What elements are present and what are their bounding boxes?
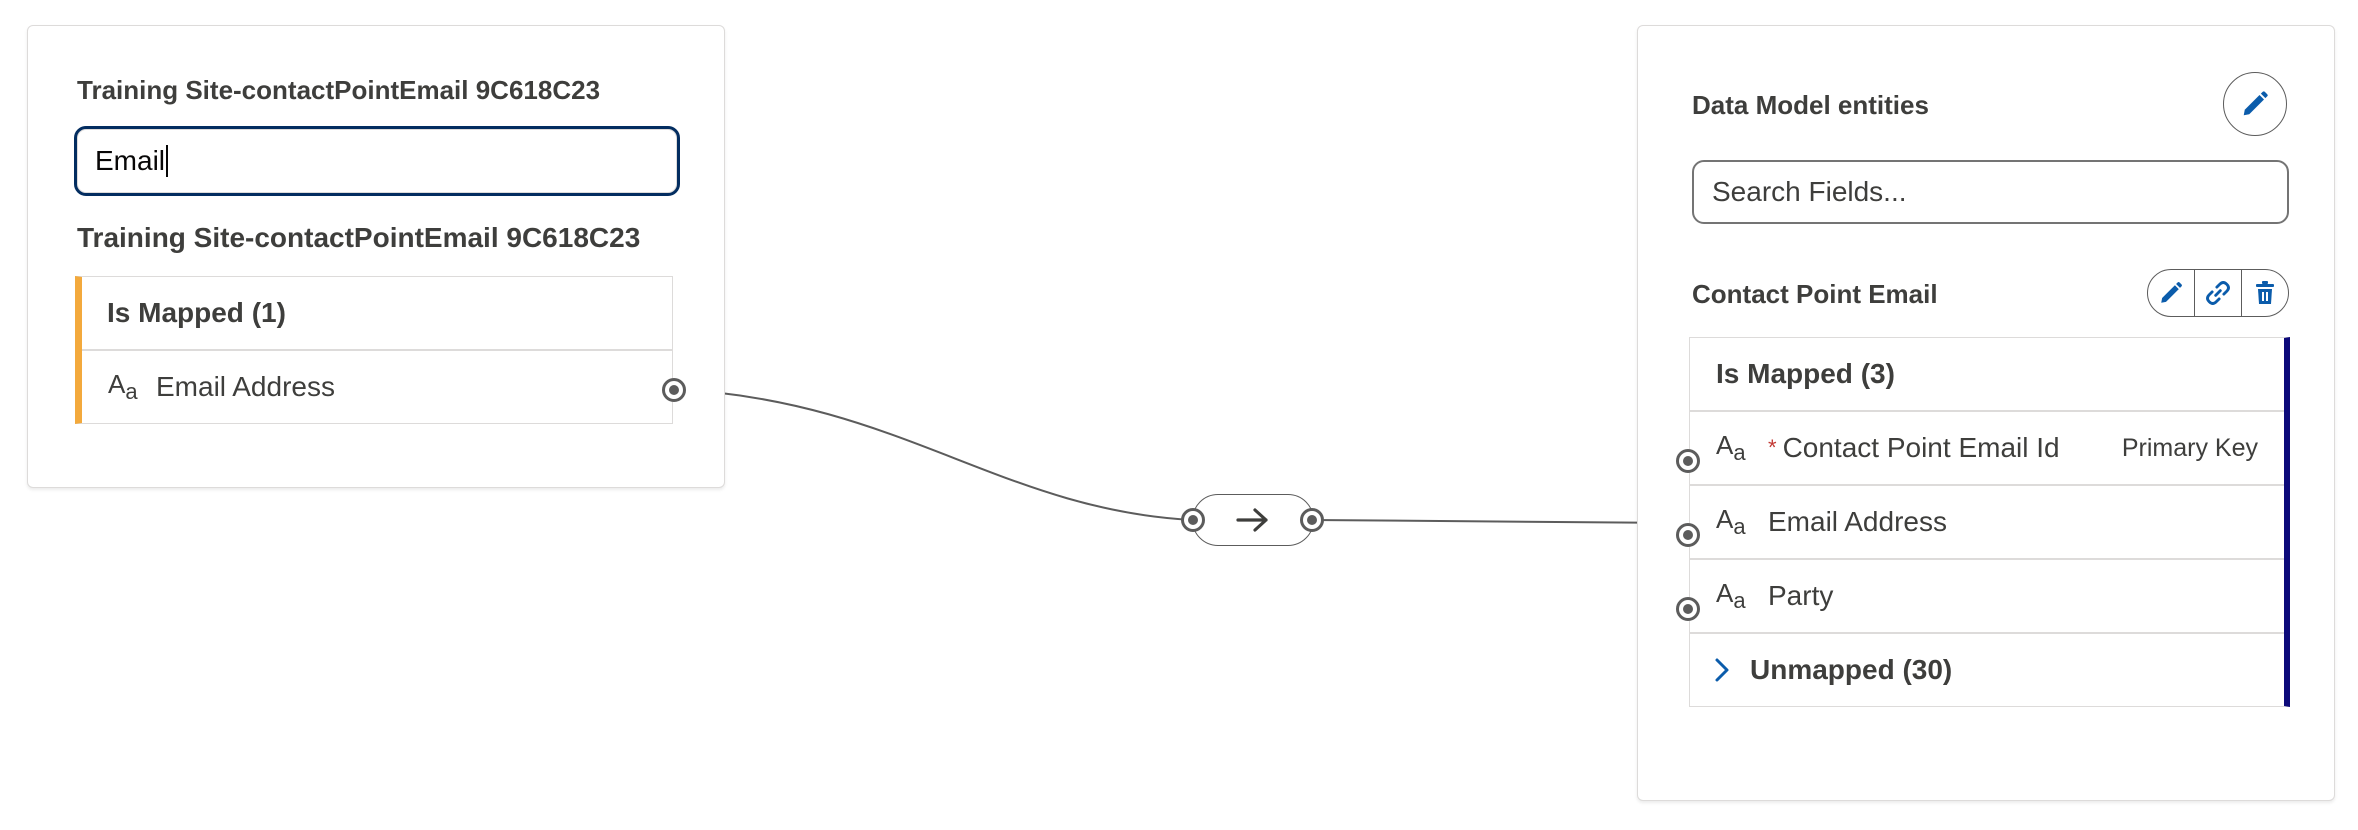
source-field-list: Is Mapped (1) Aa Email Address (75, 276, 673, 424)
mapping-line-transform-to-target (1311, 519, 1689, 524)
trash-icon (2256, 281, 2274, 304)
target-object-name: Contact Point Email (1692, 279, 1938, 309)
target-field-label: Contact Point Email Id (1782, 432, 2060, 463)
target-connector-contact-point-email-id[interactable] (1676, 449, 1700, 473)
data-model-panel-title: Data Model entities (1692, 90, 1929, 120)
pencil-icon (2243, 91, 2268, 116)
chevron-right-icon[interactable] (1710, 656, 1734, 684)
arrow-right-icon (1236, 508, 1268, 532)
source-search-input[interactable]: Email (74, 126, 680, 196)
primary-key-tag: Primary Key (2121, 433, 2258, 462)
transform-node[interactable] (1192, 494, 1314, 546)
text-type-icon: Aa (1716, 578, 1746, 613)
target-field-label: Email Address (1768, 506, 1947, 537)
object-actions-button-group (2147, 269, 2289, 317)
source-field-label: Email Address (156, 371, 335, 402)
edit-object-button[interactable] (2148, 270, 2195, 316)
text-caret (166, 145, 169, 177)
link-object-button[interactable] (2195, 270, 2242, 316)
mapping-line-source-to-transform (672, 388, 1194, 521)
text-type-icon: Aa (108, 369, 138, 404)
transform-output-connector[interactable] (1300, 508, 1324, 532)
source-field-connector[interactable] (662, 378, 686, 402)
data-model-panel: Data Model entities Search Fields... Con… (1637, 25, 2335, 801)
delete-object-button[interactable] (2242, 270, 2288, 316)
search-fields-input[interactable]: Search Fields... (1692, 160, 2289, 224)
search-fields-placeholder: Search Fields... (1712, 176, 1907, 207)
target-field-label: Party (1768, 580, 1834, 611)
text-type-icon: Aa (1716, 504, 1746, 539)
target-field-party[interactable]: Aa Party (1690, 560, 2284, 634)
unmapped-group-label: Unmapped (30) (1750, 654, 1953, 685)
pencil-icon (2161, 282, 2182, 303)
source-object-name: Training Site-contactPointEmail 9C618C23 (77, 222, 641, 253)
source-search-value: Email (95, 145, 166, 176)
text-type-icon: Aa (1716, 430, 1746, 465)
target-field-contact-point-email-id[interactable]: Aa * Contact Point Email Id Primary Key (1690, 412, 2284, 486)
target-field-email-address[interactable]: Aa Email Address (1690, 486, 2284, 560)
required-marker: * (1768, 435, 1777, 460)
target-field-list: Is Mapped (3) Aa * Contact Point Email I… (1689, 337, 2290, 707)
source-panel-title: Training Site-contactPointEmail 9C618C23 (77, 75, 601, 105)
edit-entities-button[interactable] (2223, 72, 2287, 136)
target-group-unmapped[interactable]: Unmapped (30) (1690, 634, 2284, 706)
source-group-is-mapped[interactable]: Is Mapped (1) (82, 277, 672, 351)
source-group-label: Is Mapped (1) (107, 297, 286, 328)
source-object-panel: Training Site-contactPointEmail 9C618C23… (27, 25, 725, 488)
target-group-is-mapped[interactable]: Is Mapped (3) (1690, 338, 2284, 412)
target-group-label: Is Mapped (3) (1716, 358, 1895, 389)
target-connector-email-address[interactable] (1676, 523, 1700, 547)
target-connector-party[interactable] (1676, 597, 1700, 621)
source-field-email-address[interactable]: Aa Email Address (82, 351, 672, 423)
link-icon (2206, 281, 2230, 305)
transform-input-connector[interactable] (1181, 508, 1205, 532)
